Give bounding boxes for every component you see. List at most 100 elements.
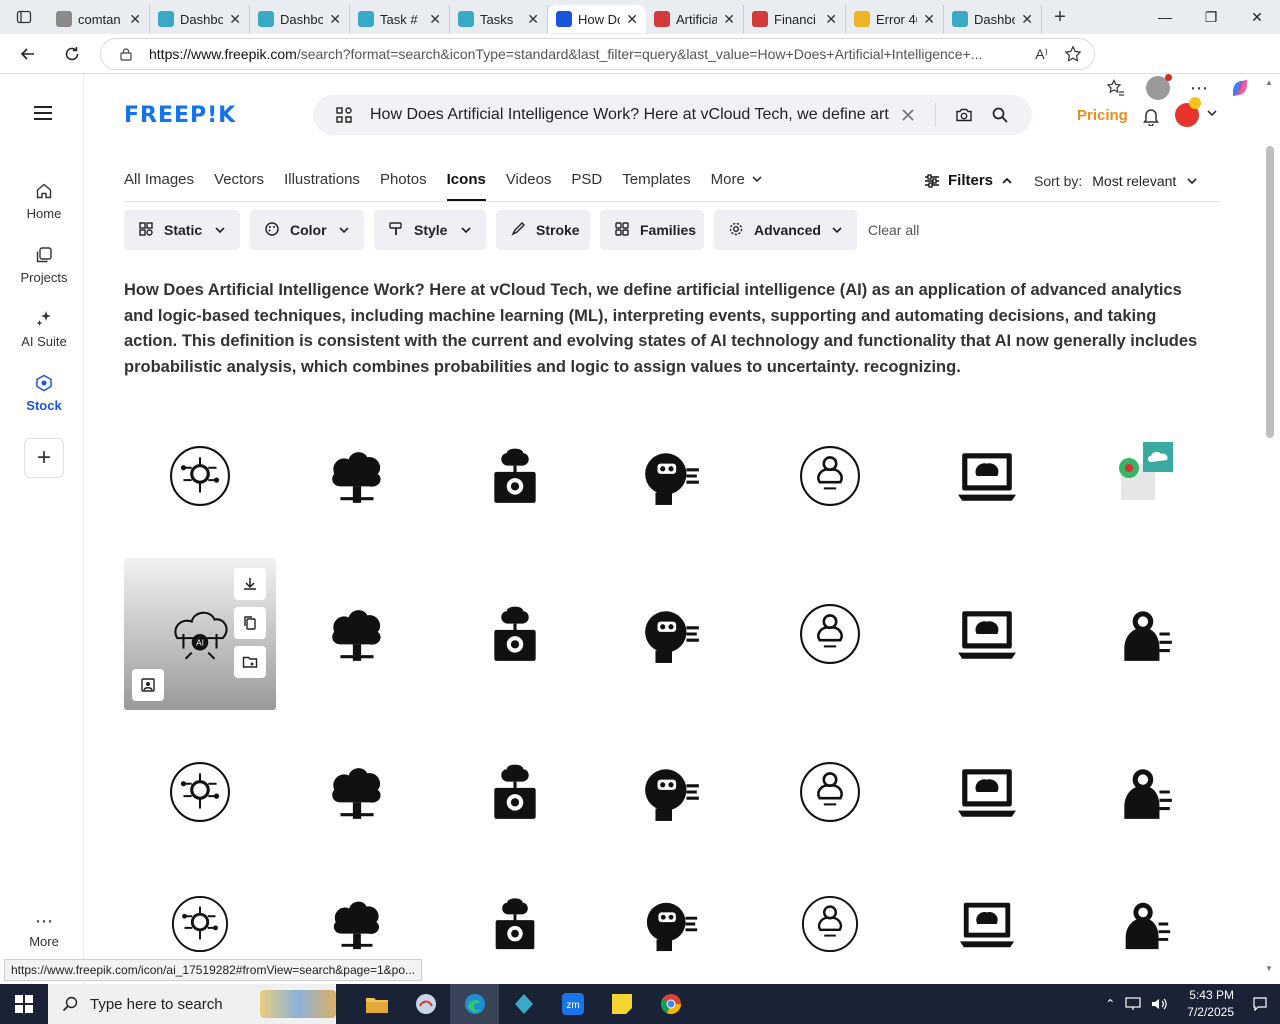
settings-more-icon[interactable]: ⋯ xyxy=(1190,78,1209,99)
clear-search-icon[interactable] xyxy=(900,107,916,123)
icon-result-card[interactable] xyxy=(754,716,906,868)
close-tab-icon[interactable]: ✕ xyxy=(429,11,441,28)
close-tab-icon[interactable]: ✕ xyxy=(129,11,141,28)
icon-result-card[interactable] xyxy=(439,874,591,950)
address-bar[interactable]: https://www.freepik.com/search?format=se… xyxy=(100,38,1095,70)
volume-icon[interactable] xyxy=(1151,997,1167,1011)
filter-chip-static[interactable]: Static xyxy=(124,210,240,250)
page-scrollbar[interactable]: ▲ ▼ xyxy=(1262,74,1278,984)
icon-result-card[interactable] xyxy=(124,716,276,868)
close-tab-icon[interactable]: ✕ xyxy=(329,11,341,28)
icon-result-card[interactable]: AI xyxy=(124,558,276,710)
icon-result-card[interactable] xyxy=(1069,874,1221,950)
browser-tab[interactable]: Financi ✕ xyxy=(744,5,846,33)
close-tab-icon[interactable]: ✕ xyxy=(825,11,837,28)
save-to-collection-button[interactable] xyxy=(234,646,266,678)
browser-tab[interactable]: Dashbo ✕ xyxy=(250,5,350,33)
icon-result-card[interactable] xyxy=(124,874,276,953)
icon-result-card[interactable] xyxy=(596,874,748,952)
icon-result-card[interactable] xyxy=(596,716,748,868)
scrollbar-thumb[interactable] xyxy=(1266,146,1274,438)
restore-button[interactable]: ❐ xyxy=(1188,0,1234,34)
browser-tab[interactable]: Error 40 ✕ xyxy=(846,5,944,33)
browser-tab[interactable]: Task # ✕ xyxy=(350,5,450,33)
start-button[interactable] xyxy=(0,984,48,1024)
filter-chip-style[interactable]: Style xyxy=(374,210,486,250)
category-tab[interactable]: Videos xyxy=(506,171,552,201)
filter-chip-stroke[interactable]: Stroke xyxy=(496,210,590,250)
category-tab[interactable]: Illustrations xyxy=(284,171,360,201)
close-tab-icon[interactable]: ✕ xyxy=(1021,11,1033,28)
favorite-star-icon[interactable] xyxy=(1064,45,1082,63)
browser-tab[interactable]: Dashbo ✕ xyxy=(150,5,250,33)
chrome-app[interactable] xyxy=(646,984,695,1024)
category-tab[interactable]: PSD xyxy=(571,171,602,201)
icon-result-card[interactable] xyxy=(596,400,748,552)
icon-result-card[interactable] xyxy=(1069,716,1221,868)
notifications-bell-icon[interactable] xyxy=(1142,106,1160,126)
icon-result-card[interactable] xyxy=(439,716,591,868)
new-tab-button[interactable]: + xyxy=(1042,6,1078,29)
icon-result-card[interactable] xyxy=(1069,558,1221,710)
back-button[interactable] xyxy=(6,34,50,74)
icon-result-card[interactable] xyxy=(281,400,433,552)
category-tab[interactable]: Vectors xyxy=(214,171,264,201)
sidebar-item-stock[interactable]: Stock xyxy=(4,374,84,413)
refresh-button[interactable] xyxy=(50,34,94,74)
sidebar-item-projects[interactable]: Projects xyxy=(4,246,84,285)
icon-result-card[interactable] xyxy=(281,716,433,868)
close-tab-icon[interactable]: ✕ xyxy=(923,11,935,28)
icon-result-card[interactable] xyxy=(754,558,906,710)
scroll-down-arrow[interactable]: ▼ xyxy=(1265,964,1273,973)
site-info-icon[interactable] xyxy=(119,47,133,61)
network-icon[interactable] xyxy=(1125,997,1141,1011)
taskbar-clock[interactable]: 5:43 PM 7/2/2025 xyxy=(1187,987,1234,1021)
sidebar-item-home[interactable]: Home xyxy=(4,182,84,221)
category-tab[interactable]: All Images xyxy=(124,171,194,201)
app-shortcut-2[interactable] xyxy=(499,984,548,1024)
close-tab-icon[interactable]: ✕ xyxy=(527,11,539,28)
icon-result-card[interactable] xyxy=(281,874,433,950)
browser-tab[interactable]: Artificia ✕ xyxy=(646,5,744,33)
category-tab[interactable]: More xyxy=(711,171,745,201)
edge-browser-app[interactable] xyxy=(450,984,499,1024)
search-input[interactable]: How Does Artificial Intelligence Work? H… xyxy=(370,106,890,124)
filter-chip-families[interactable]: Families xyxy=(600,210,704,250)
copilot-icon[interactable] xyxy=(1229,77,1251,99)
search-bar[interactable]: How Does Artificial Intelligence Work? H… xyxy=(313,95,1032,135)
icon-result-card[interactable] xyxy=(754,400,906,552)
icon-result-card[interactable] xyxy=(281,558,433,710)
favorites-icon[interactable] xyxy=(1106,78,1126,98)
search-type-icon[interactable] xyxy=(335,106,353,124)
close-tab-icon[interactable]: ✕ xyxy=(626,11,638,28)
icon-result-card[interactable] xyxy=(439,558,591,710)
filter-chip-color[interactable]: Color xyxy=(250,210,364,250)
zoho-app[interactable]: zm xyxy=(548,984,597,1024)
tray-expand-icon[interactable]: ⌃ xyxy=(1105,997,1115,1011)
taskbar-search[interactable]: Type here to search xyxy=(48,984,336,1024)
category-tab[interactable]: Icons xyxy=(446,171,486,201)
icon-result-card[interactable] xyxy=(911,400,1063,552)
camera-search-icon[interactable] xyxy=(955,106,973,124)
sticky-notes-app[interactable] xyxy=(597,984,646,1024)
icon-result-card[interactable] xyxy=(911,558,1063,710)
category-tab[interactable]: Templates xyxy=(622,171,690,201)
browser-tab[interactable]: Tasks ✕ xyxy=(450,5,548,33)
freepik-logo[interactable]: FREEP!K xyxy=(124,103,236,128)
category-tab[interactable]: Photos xyxy=(380,171,427,201)
browser-tab[interactable]: How Do ✕ xyxy=(548,5,646,33)
download-button[interactable] xyxy=(234,568,266,600)
pricing-link[interactable]: Pricing xyxy=(1077,107,1128,124)
search-icon[interactable] xyxy=(991,106,1009,124)
icon-result-card[interactable] xyxy=(1069,400,1221,552)
file-explorer-app[interactable] xyxy=(352,984,401,1024)
filters-toggle[interactable]: Filters xyxy=(924,172,1013,189)
edit-image-button[interactable] xyxy=(132,669,164,701)
close-tab-icon[interactable]: ✕ xyxy=(723,11,735,28)
profile-avatar[interactable] xyxy=(1146,74,1172,100)
browser-tab[interactable]: comtan ✕ xyxy=(48,5,150,33)
filter-chip-advanced[interactable]: Advanced xyxy=(714,210,857,250)
sort-dropdown[interactable]: Sort by: Most relevant xyxy=(1034,173,1198,189)
icon-result-card[interactable] xyxy=(754,874,906,953)
sidebar-more[interactable]: ⋯ More xyxy=(4,912,84,949)
